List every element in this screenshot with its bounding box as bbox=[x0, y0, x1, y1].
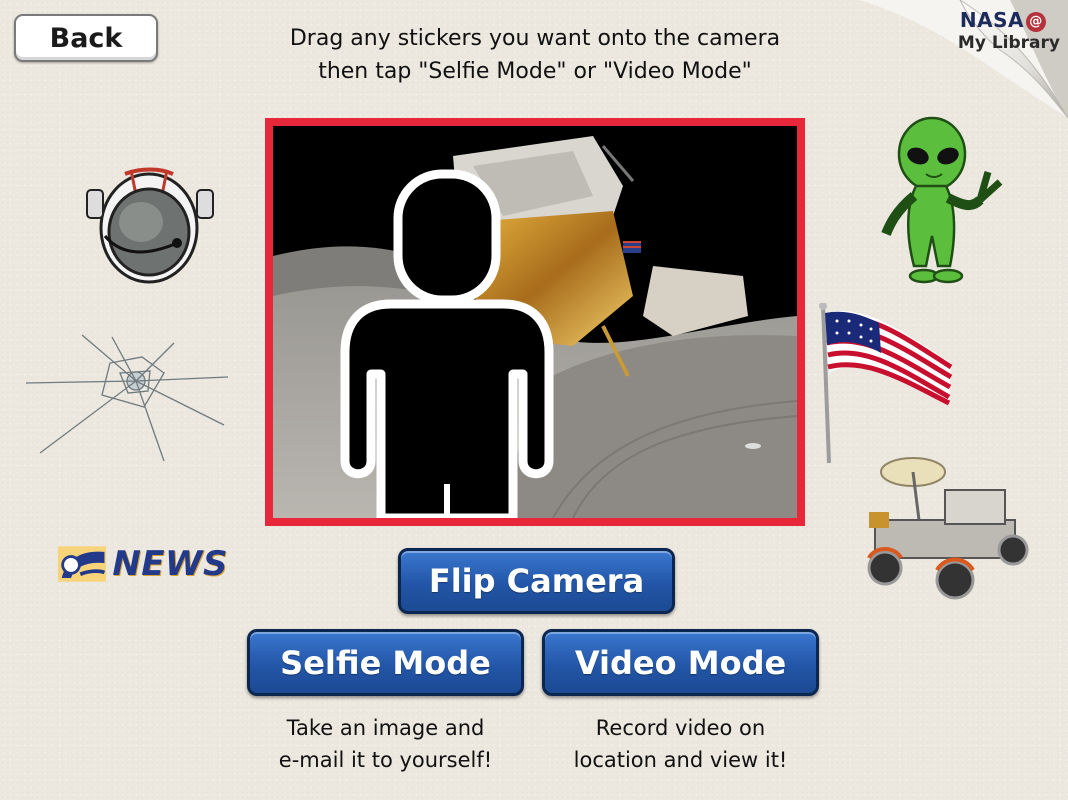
selfie-caption-line-1: Take an image and bbox=[286, 716, 485, 740]
selfie-mode-button[interactable]: Selfie Mode bbox=[247, 629, 524, 696]
astronaut-helmet-icon[interactable] bbox=[85, 160, 220, 285]
video-caption: Record video on location and view it! bbox=[542, 712, 819, 776]
american-flag-icon[interactable] bbox=[815, 303, 955, 468]
instructions-text: Drag any stickers you want onto the came… bbox=[250, 22, 820, 88]
lunar-rover-icon[interactable] bbox=[855, 450, 1030, 610]
nasa-wordmark: NASA bbox=[959, 8, 1024, 32]
video-caption-line-1: Record video on bbox=[595, 716, 766, 740]
moon-scene-image bbox=[273, 126, 797, 518]
news-emblem-icon bbox=[58, 546, 107, 582]
selfie-caption: Take an image and e-mail it to yourself! bbox=[247, 712, 524, 776]
video-caption-line-2: location and view it! bbox=[573, 748, 788, 772]
camera-preview[interactable] bbox=[265, 118, 805, 526]
at-badge: @ bbox=[1026, 12, 1046, 32]
instruction-line-2: then tap "Selfie Mode" or "Video Mode" bbox=[318, 59, 752, 84]
instruction-line-1: Drag any stickers you want onto the came… bbox=[289, 26, 781, 51]
news-label: NEWS bbox=[112, 544, 228, 584]
alien-icon[interactable] bbox=[876, 116, 1008, 288]
cracked-glass-icon[interactable] bbox=[24, 333, 230, 463]
selfie-caption-line-2: e-mail it to yourself! bbox=[278, 748, 493, 772]
my-library-label: My Library bbox=[957, 33, 1060, 53]
video-mode-button[interactable]: Video Mode bbox=[542, 629, 819, 696]
back-button[interactable]: Back bbox=[14, 14, 158, 62]
flip-camera-button[interactable]: Flip Camera bbox=[398, 548, 675, 614]
news-logo-sticker[interactable]: NEWS bbox=[58, 543, 228, 585]
nasa-logo: NASA @ bbox=[960, 8, 1046, 32]
